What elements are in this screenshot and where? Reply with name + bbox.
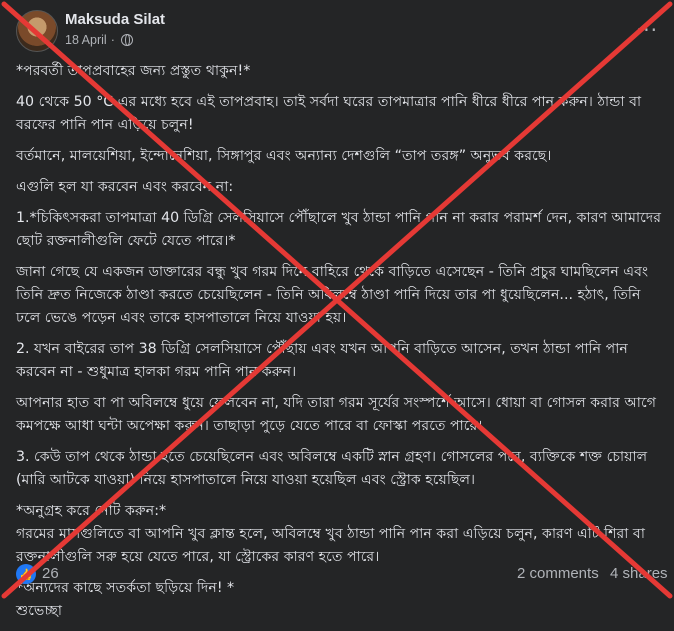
post-paragraph: 3. কেউ তাপ থেকে ঠান্ডা হতে চেয়েছিলেন এব… [16,449,648,488]
like-icon[interactable]: 👍 [16,564,36,584]
post-meta: 18 April · [65,33,133,47]
post-paragraph: জানা গেছে যে একজন ডাক্তারের বন্ধু খুব গর… [16,264,649,326]
author-avatar[interactable] [16,10,58,52]
post-paragraph: 1.*চিকিৎসকরা তাপমাত্রা 40 ডিগ্রি সেলসিয়… [16,210,662,249]
post-header: Maksuda Silat 18 April · ··· [0,0,674,56]
more-icon[interactable]: ··· [636,18,658,42]
globe-icon [120,34,133,46]
post-paragraph: *পরবর্তী তাপপ্রবাহের জন্য প্রস্তুত থাকুন… [16,63,251,79]
post-paragraph: এগুলি হল যা করবেন এবং করবেন না: [16,179,234,195]
post-paragraph: আপনার হাত বা পা অবিলম্বে ধুয়ে ফেলবেন না… [16,395,656,434]
meta-separator: · [110,33,115,47]
author-name[interactable]: Maksuda Silat [65,11,165,28]
post-paragraph: 40 থেকে 50 °C এর মধ্যে হবে এই তাপপ্রবাহ।… [16,94,642,133]
post-paragraph: বর্তমানে, মালয়েশিয়া, ইন্দোনেশিয়া, সিঙ… [16,148,552,164]
post-paragraph: 2. যখন বাইরের তাপ 38 ডিগ্রি সেলসিয়াসে প… [16,341,628,380]
reaction-count[interactable]: 26 [42,565,59,582]
post-text: *পরবর্তী তাপপ্রবাহের জন্য প্রস্তুত থাকুন… [16,56,664,631]
comments-count[interactable]: 2 comments [517,565,599,582]
post-date[interactable]: 18 April [65,33,107,47]
post-footer: 👍 26 2 comments 4 shares [0,560,674,590]
post-paragraph: *অনুগ্রহ করে নোট করুন:* গরমের মাসগুলিতে … [16,503,645,565]
shares-count[interactable]: 4 shares [610,565,668,582]
